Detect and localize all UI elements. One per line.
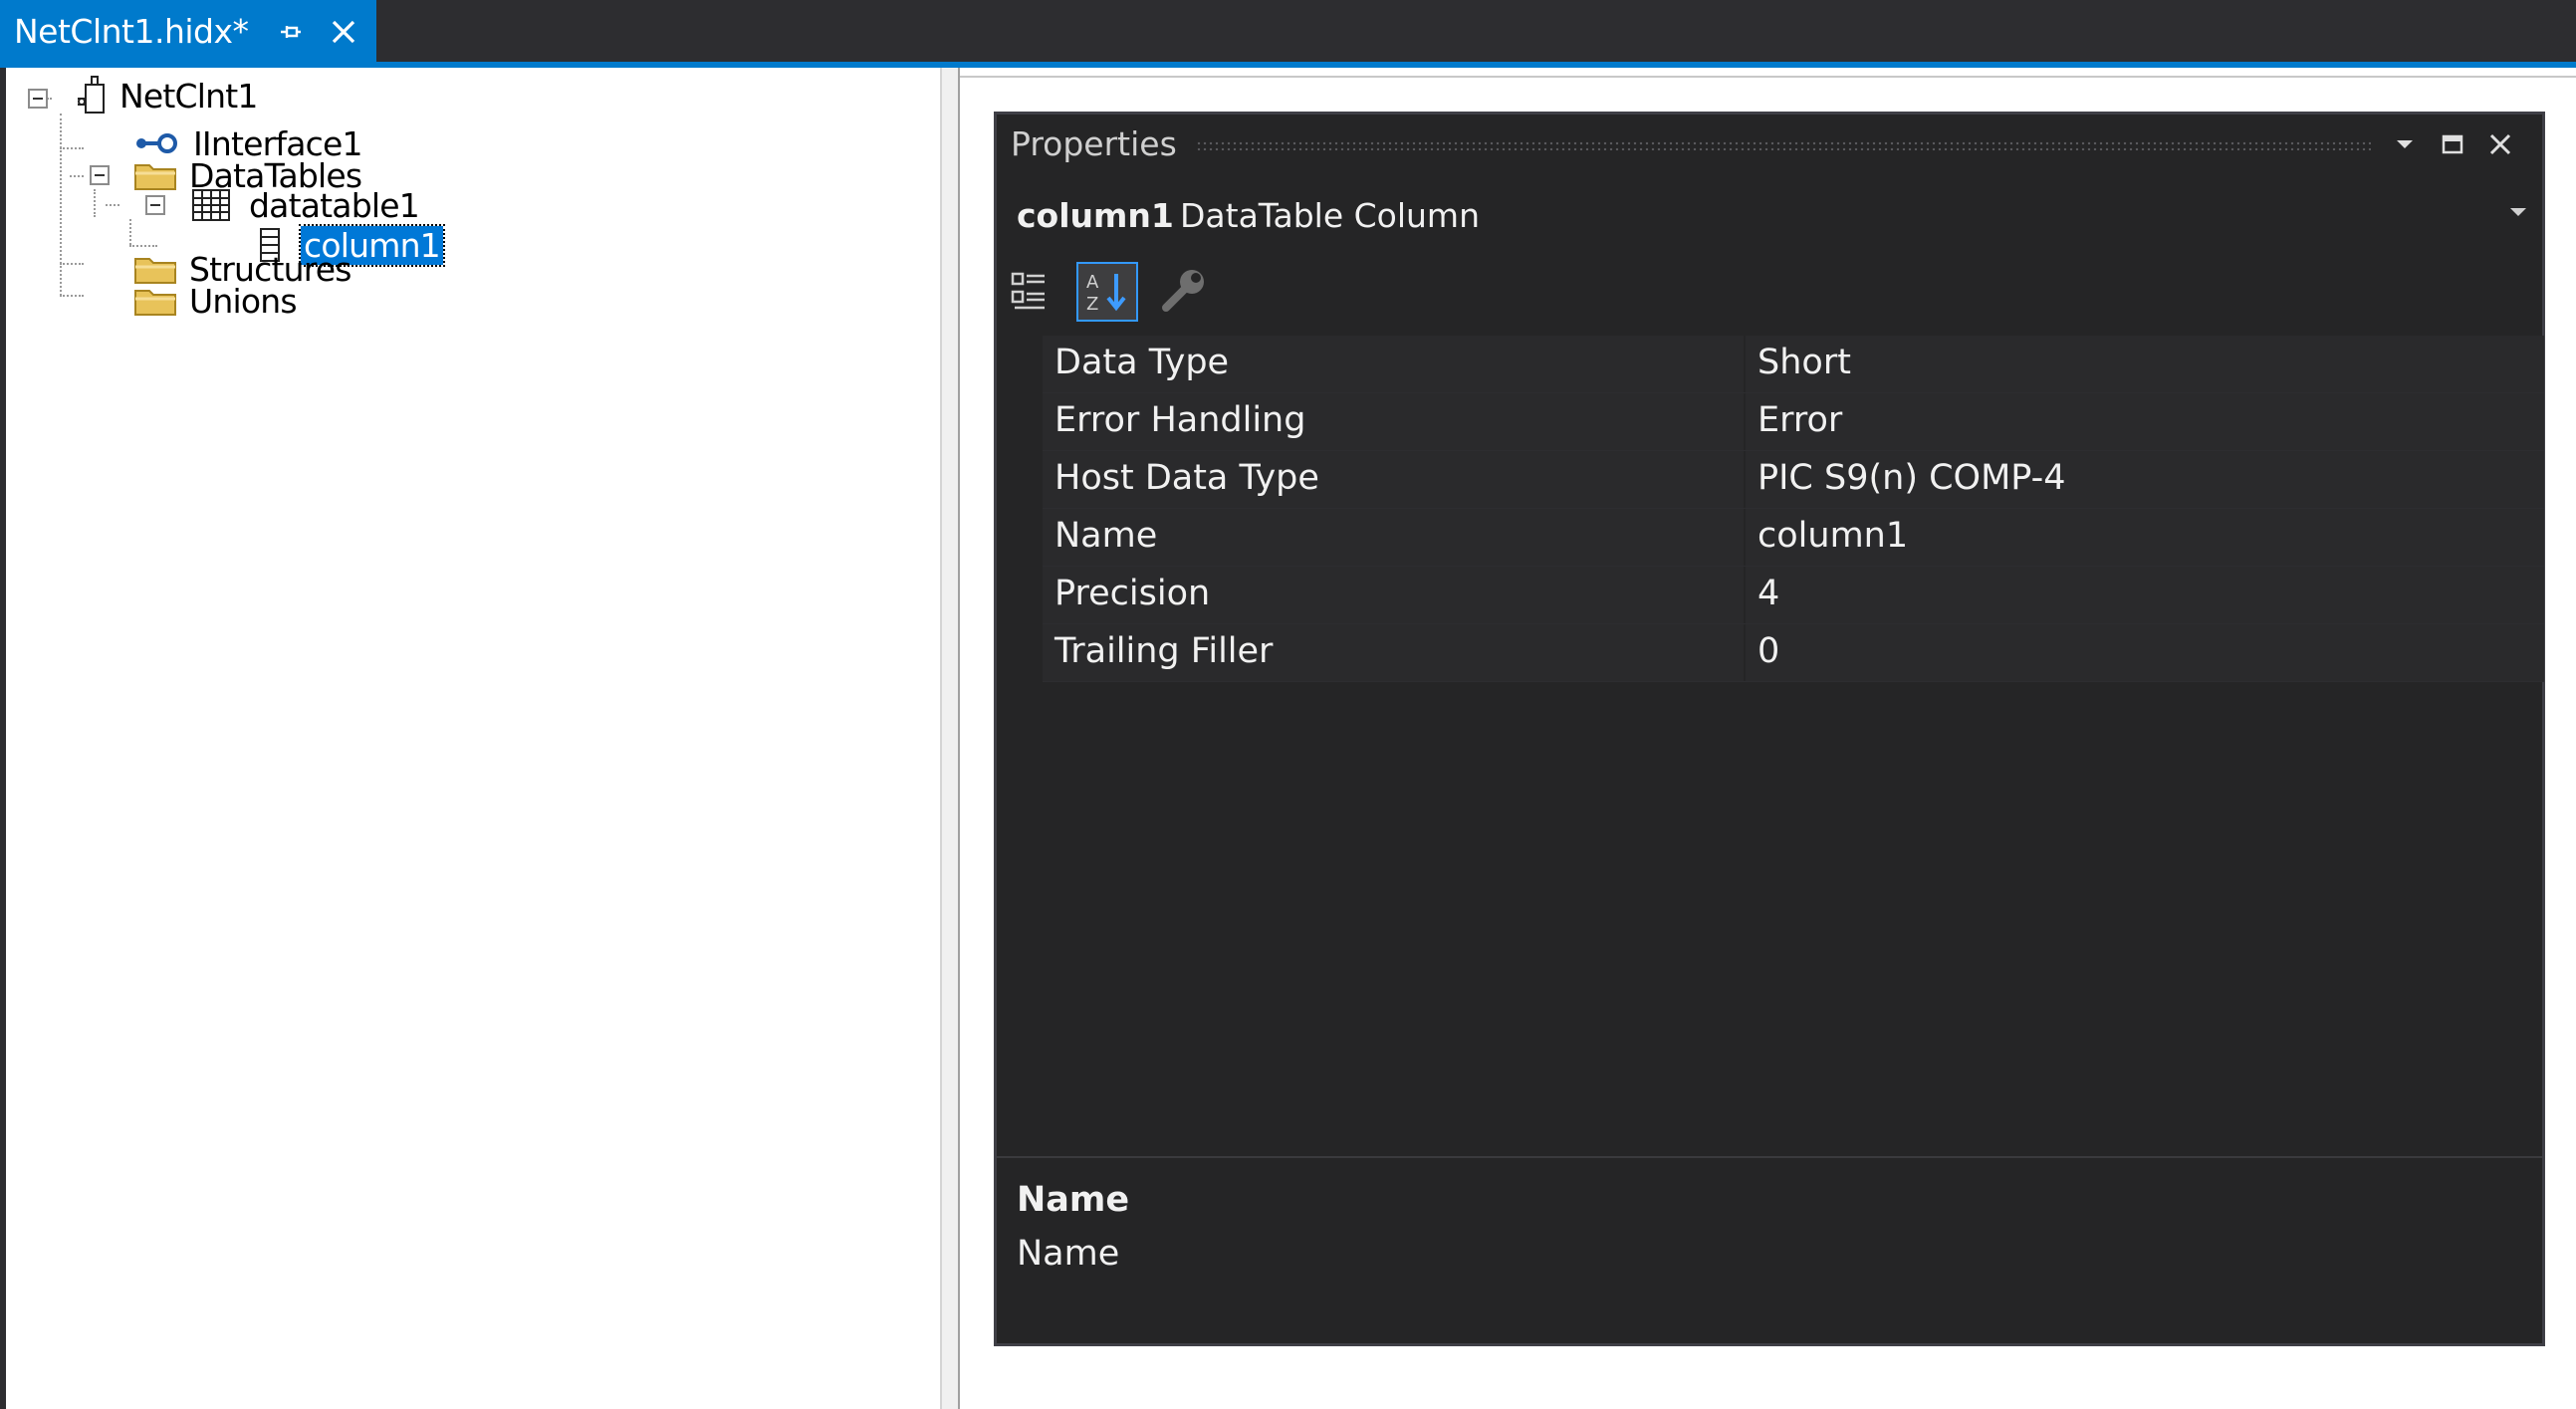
property-row-data-type[interactable]: Data Type Short <box>1043 336 2544 393</box>
tree-expander-datatables[interactable] <box>90 165 110 185</box>
property-value[interactable]: Short <box>1757 343 1851 382</box>
tree-item-unions[interactable]: Unions <box>133 279 298 323</box>
property-name: Trailing Filler <box>1054 631 1274 671</box>
properties-toolbar: A Z <box>997 256 2542 324</box>
property-name: Data Type <box>1054 343 1230 382</box>
property-row-host-data-type[interactable]: Host Data Type PIC S9(n) COMP-4 <box>1043 451 2544 509</box>
property-value[interactable]: 4 <box>1757 574 1779 613</box>
property-name: Error Handling <box>1054 400 1306 440</box>
property-grid: Data Type Short Error Handling Error Hos… <box>1043 336 2544 682</box>
window-menu-icon[interactable] <box>2389 128 2421 160</box>
tree-label-root: NetClnt1 <box>119 76 258 116</box>
categorized-button[interactable] <box>1007 262 1068 322</box>
maximize-icon[interactable] <box>2437 128 2468 160</box>
property-value[interactable]: column1 <box>1757 516 1908 556</box>
designer-border <box>960 76 2576 86</box>
close-icon[interactable] <box>2484 128 2516 160</box>
svg-text:A: A <box>1086 272 1099 293</box>
tree-view[interactable]: NetClnt1 IInterface1 DataTables datatabl… <box>6 68 940 1409</box>
table-icon <box>192 189 230 221</box>
chevron-down-icon[interactable] <box>2510 208 2526 216</box>
object-selector[interactable]: column1 DataTable Column <box>997 182 2542 244</box>
close-icon[interactable] <box>329 17 358 47</box>
svg-text:Z: Z <box>1086 294 1098 315</box>
description-text: Name <box>1017 1234 1120 1274</box>
property-name: Name <box>1054 516 1158 556</box>
property-row-trailing-filler[interactable]: Trailing Filler 0 <box>1043 624 2544 682</box>
grid-gutter <box>1003 336 1043 678</box>
tree-expander-datatable1[interactable] <box>145 195 165 215</box>
tree-label-datatable1: datatable1 <box>249 185 420 225</box>
properties-window: Properties column1 DataTable Column A Z … <box>994 112 2545 1346</box>
property-value[interactable]: PIC S9(n) COMP-4 <box>1757 458 2066 498</box>
titlebar-grip <box>1196 140 2371 150</box>
document-tab[interactable]: NetClnt1.hidx* <box>0 0 376 62</box>
client-icon <box>78 76 105 114</box>
property-name: Precision <box>1054 574 1211 613</box>
tree-label-unions: Unions <box>189 281 298 321</box>
pin-icon[interactable] <box>277 19 303 45</box>
property-name: Host Data Type <box>1054 458 1319 498</box>
property-pages-button[interactable] <box>1156 262 1218 322</box>
designer-bottom <box>994 1346 2576 1409</box>
properties-title: Properties <box>1011 124 1177 163</box>
alphabetical-button[interactable]: A Z <box>1076 262 1138 322</box>
pane-splitter[interactable] <box>940 68 960 1409</box>
properties-titlebar[interactable]: Properties <box>997 115 2542 174</box>
categorized-icon <box>1011 272 1045 310</box>
property-value[interactable]: 0 <box>1757 631 1779 671</box>
tab-title: NetClnt1.hidx* <box>14 11 249 51</box>
description-title: Name <box>1017 1180 1130 1220</box>
selected-object-name: column1 <box>1017 196 1174 235</box>
tree-item-root[interactable]: NetClnt1 <box>74 74 258 117</box>
folder-icon <box>134 290 176 316</box>
property-row-error-handling[interactable]: Error Handling Error <box>1043 393 2544 451</box>
sort-alphabetical-icon: A Z <box>1086 272 1126 315</box>
selected-object-type: DataTable Column <box>1180 196 1480 235</box>
property-row-name[interactable]: Name column1 <box>1043 509 2544 567</box>
wrench-icon <box>1162 270 1204 312</box>
folder-icon <box>134 164 176 190</box>
tree-expander-root[interactable] <box>28 89 48 109</box>
tree-item-datatable1[interactable]: datatable1 <box>189 183 420 227</box>
document-tabstrip: NetClnt1.hidx* <box>0 0 2576 62</box>
description-splitter[interactable] <box>997 1156 2542 1158</box>
property-value[interactable]: Error <box>1757 400 1842 440</box>
property-row-precision[interactable]: Precision 4 <box>1043 567 2544 624</box>
